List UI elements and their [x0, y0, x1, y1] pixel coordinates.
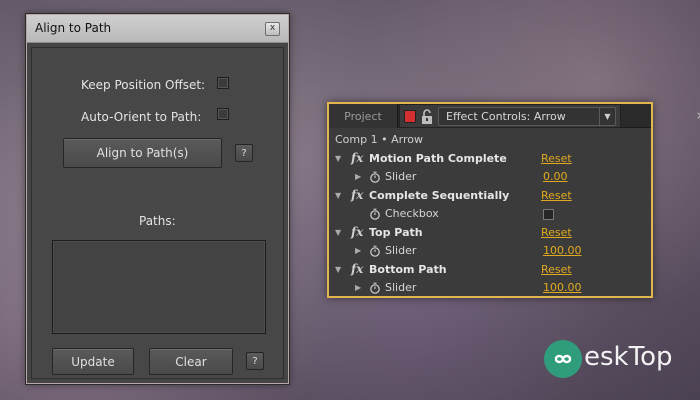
param-row: Checkbox — [329, 205, 651, 223]
keep-position-offset-checkbox[interactable] — [217, 77, 229, 89]
window-title: Align to Path — [35, 21, 112, 35]
effect-name: Motion Path Complete — [369, 152, 507, 165]
stopwatch-icon[interactable] — [369, 282, 381, 294]
paths-help-button[interactable]: ? — [246, 352, 264, 370]
panel-tab-bar: Project Effect Controls: Arrow ▼ × — [329, 104, 700, 128]
window-titlebar[interactable]: Align to Path x — [27, 15, 288, 43]
effect-name: Complete Sequentially — [369, 189, 510, 202]
expand-triangle-icon[interactable]: ▶ — [355, 172, 361, 181]
align-to-paths-button-label: Align to Path(s) — [96, 146, 189, 160]
dropdown-arrow-icon[interactable]: ▼ — [599, 108, 615, 125]
expand-triangle-icon[interactable]: ▼ — [335, 154, 341, 163]
watermark-text: eskTop — [584, 342, 673, 372]
expand-triangle-icon[interactable]: ▶ — [355, 246, 361, 255]
reset-link[interactable]: Reset — [541, 189, 572, 202]
expand-triangle-icon[interactable]: ▶ — [355, 283, 361, 292]
reset-link[interactable]: Reset — [541, 226, 572, 239]
param-name: Slider — [385, 281, 417, 294]
param-row: ▶ Slider 0.00 — [329, 168, 651, 186]
infinity-icon — [554, 354, 572, 364]
watermark-logo-icon — [544, 340, 582, 378]
slider-value[interactable]: 0.00 — [543, 170, 568, 183]
clear-button[interactable]: Clear — [149, 348, 233, 375]
slider-value[interactable]: 100.00 — [543, 281, 582, 294]
param-name: Checkbox — [385, 207, 439, 220]
param-row: ▶ Slider 100.00 — [329, 242, 651, 260]
effect-name: Top Path — [369, 226, 423, 239]
expand-triangle-icon[interactable]: ▼ — [335, 191, 341, 200]
lock-icon[interactable] — [420, 109, 434, 125]
tab-close-icon[interactable]: × — [696, 109, 700, 122]
fx-icon[interactable]: fx — [351, 262, 363, 276]
reset-link[interactable]: Reset — [541, 263, 572, 276]
close-button[interactable]: x — [265, 22, 280, 36]
watermark-logo: eskTop — [544, 338, 694, 388]
stopwatch-icon[interactable] — [369, 208, 381, 220]
effect-row[interactable]: ▼ fx Bottom Path Reset — [329, 261, 651, 279]
comp-layer-breadcrumb: Comp 1 • Arrow — [335, 133, 423, 146]
slider-value[interactable]: 100.00 — [543, 244, 582, 257]
update-button[interactable]: Update — [52, 348, 134, 375]
effect-controls-panel: Project Effect Controls: Arrow ▼ × Comp … — [327, 102, 700, 298]
keep-position-offset-label: Keep Position Offset: — [81, 78, 206, 92]
effect-row[interactable]: ▼ fx Motion Path Complete Reset — [329, 150, 651, 168]
effect-name: Bottom Path — [369, 263, 447, 276]
effect-controls-tab-label: Effect Controls: Arrow — [446, 110, 566, 123]
update-button-label: Update — [71, 354, 115, 369]
align-to-paths-button[interactable]: Align to Path(s) — [63, 138, 222, 168]
auto-orient-label: Auto-Orient to Path: — [81, 110, 202, 124]
align-to-path-window: Align to Path x Keep Position Offset: Au… — [26, 14, 289, 384]
tab-effect-controls[interactable]: Effect Controls: Arrow ▼ × — [399, 104, 700, 128]
effect-row[interactable]: ▼ fx Complete Sequentially Reset — [329, 187, 651, 205]
effect-row[interactable]: ▼ fx Top Path Reset — [329, 224, 651, 242]
fx-icon[interactable]: fx — [351, 151, 363, 165]
stopwatch-icon[interactable] — [369, 245, 381, 257]
paths-label: Paths: — [139, 214, 176, 228]
reset-link[interactable]: Reset — [541, 152, 572, 165]
align-help-button[interactable]: ? — [235, 144, 253, 162]
tab-project[interactable]: Project — [329, 104, 398, 128]
param-name: Slider — [385, 244, 417, 257]
param-name: Slider — [385, 170, 417, 183]
expand-triangle-icon[interactable]: ▼ — [335, 228, 341, 237]
auto-orient-checkbox[interactable] — [217, 108, 229, 120]
param-row: ▶ Slider 100.00 — [329, 279, 651, 297]
fx-icon[interactable]: fx — [351, 225, 363, 239]
checkbox-control[interactable] — [543, 209, 554, 220]
fx-icon[interactable]: fx — [351, 188, 363, 202]
label-color-swatch[interactable] — [404, 110, 416, 123]
align-panel-body: Keep Position Offset: Auto-Orient to Pat… — [31, 47, 284, 379]
expand-triangle-icon[interactable]: ▼ — [335, 265, 341, 274]
clear-button-label: Clear — [175, 354, 207, 369]
effect-controls-layer-select[interactable]: Effect Controls: Arrow ▼ — [438, 107, 616, 126]
paths-list[interactable] — [52, 240, 266, 334]
stopwatch-icon[interactable] — [369, 171, 381, 183]
